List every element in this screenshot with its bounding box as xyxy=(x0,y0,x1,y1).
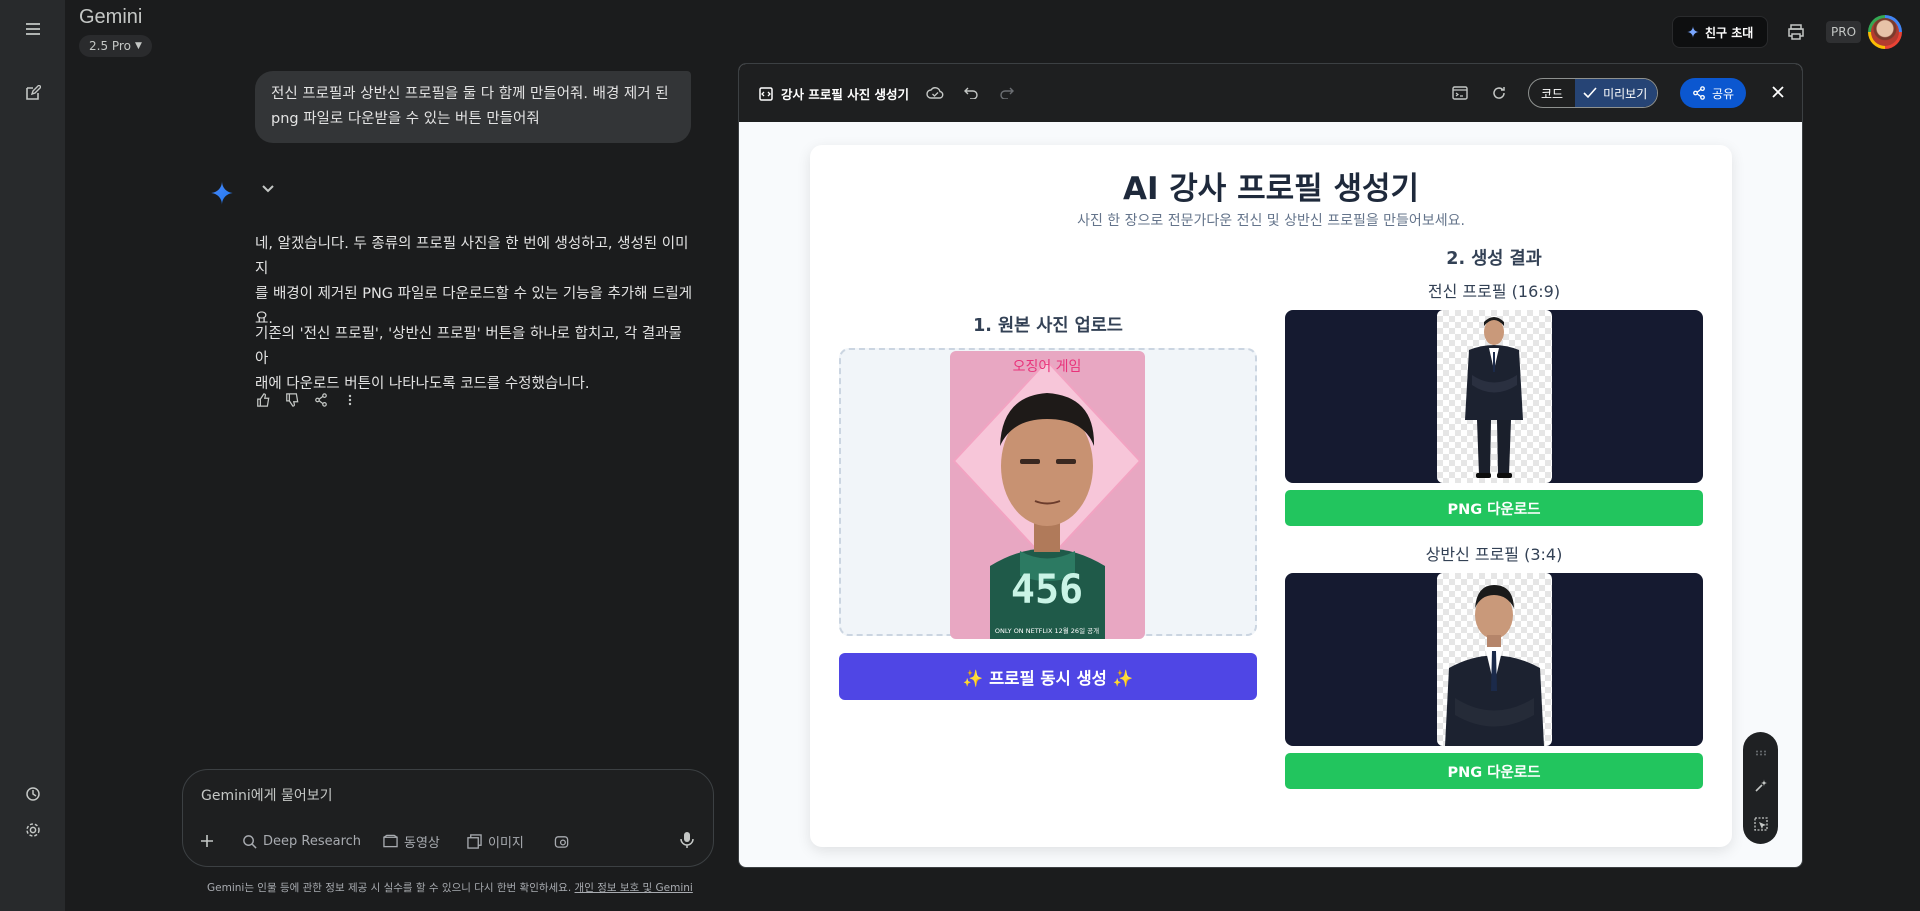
generate-profiles-button[interactable]: ✨ 프로필 동시 생성 ✨ xyxy=(839,653,1257,700)
deep-research-icon xyxy=(243,834,257,849)
deep-research-label: Deep Research xyxy=(263,833,362,849)
thumbs-down-icon[interactable] xyxy=(283,391,301,409)
disclaimer-text: Gemini는 인물 등에 관한 정보 제공 시 실수를 할 수 있으니 다시 … xyxy=(207,882,575,894)
tab-preview[interactable]: 미리보기 xyxy=(1575,79,1658,107)
response-line: 네, 알겠습니다. 두 종류의 프로필 사진을 한 번에 생성하고, 생성된 이… xyxy=(255,236,689,277)
code-preview-toggle: 코드 미리보기 xyxy=(1528,78,1659,108)
image-icon xyxy=(467,833,482,849)
sparkle-small-icon xyxy=(1687,26,1699,38)
image-button[interactable]: 이미지 xyxy=(467,830,524,852)
response-paragraph: 네, 알겠습니다. 두 종류의 프로필 사진을 한 번에 생성하고, 생성된 이… xyxy=(255,232,695,332)
poster-title-text: 오징어 게임 xyxy=(1013,359,1082,375)
share-button[interactable]: 공유 xyxy=(1680,78,1747,108)
canvas-panel: 강사 프로필 사진 생성기 코드 미리보기 공유 AI 강사 프로필 생성기 사… xyxy=(738,63,1803,868)
half-body-image xyxy=(1437,573,1552,746)
more-vert-icon[interactable] xyxy=(341,391,359,409)
deep-research-button[interactable]: Deep Research xyxy=(242,830,361,852)
full-body-image xyxy=(1437,310,1552,483)
poster-footer-text: ONLY ON NETFLIX 12월 26일 공개 xyxy=(995,626,1099,635)
invite-friend-button[interactable]: 친구 초대 xyxy=(1672,16,1769,48)
response-line: 기존의 '전신 프로필', '상반신 프로필' 버튼을 하나로 합치고, 각 결… xyxy=(255,326,682,367)
poster-number-text: 456 xyxy=(1011,567,1083,613)
video-label: 동영상 xyxy=(404,835,440,851)
app-preview-card: AI 강사 프로필 생성기 사진 한 장으로 전문가다운 전신 및 상반신 프로… xyxy=(810,145,1732,847)
share-icon xyxy=(1693,86,1705,100)
video-button[interactable]: 동영상 xyxy=(383,830,440,852)
image-label: 이미지 xyxy=(488,835,524,851)
ai-edit-icon[interactable] xyxy=(1754,778,1768,797)
full-body-result xyxy=(1285,310,1703,483)
select-element-icon[interactable] xyxy=(1753,816,1768,835)
half-body-label: 상반신 프로필 (3:4) xyxy=(1425,545,1563,564)
full-body-label: 전신 프로필 (16:9) xyxy=(1427,282,1561,301)
avatar[interactable] xyxy=(1868,15,1902,49)
canvas-title-text: 강사 프로필 사진 생성기 xyxy=(781,87,910,102)
user-message-line: 전신 프로필과 상반신 프로필을 둘 다 함께 만들어줘. 배경 제거 된 xyxy=(271,86,669,102)
video-icon xyxy=(383,834,398,848)
refresh-icon[interactable] xyxy=(1489,83,1509,103)
settings-gear-icon[interactable] xyxy=(18,815,48,845)
model-selector[interactable]: 2.5 Pro ▼ xyxy=(79,35,152,57)
close-icon[interactable] xyxy=(1767,81,1789,103)
privacy-link[interactable]: 개인 정보 보호 및 Gemini xyxy=(575,882,693,894)
prompt-box xyxy=(182,769,714,867)
half-body-result xyxy=(1285,573,1703,746)
chevron-down-icon[interactable] xyxy=(262,181,274,197)
invite-label: 친구 초대 xyxy=(1705,25,1754,40)
tab-preview-label: 미리보기 xyxy=(1603,86,1648,101)
new-chat-icon[interactable] xyxy=(18,78,48,108)
user-message-line: png 파일로 다운받을 수 있는 버튼 만들어줘 xyxy=(271,111,540,127)
thumbs-up-icon[interactable] xyxy=(254,391,272,409)
canvas-title: 강사 프로필 사진 생성기 xyxy=(759,84,909,103)
user-message: 전신 프로필과 상반신 프로필을 둘 다 함께 만들어줘. 배경 제거 된 pn… xyxy=(255,71,691,143)
printer-icon[interactable] xyxy=(1782,18,1810,46)
microphone-icon[interactable] xyxy=(680,831,694,853)
model-label: 2.5 Pro xyxy=(89,39,131,53)
add-icon[interactable] xyxy=(200,830,214,852)
history-icon[interactable] xyxy=(18,779,48,809)
check-icon xyxy=(1583,87,1597,99)
results-section-title: 2. 생성 결과 xyxy=(1446,249,1542,269)
undo-icon[interactable] xyxy=(961,83,981,103)
uploaded-photo[interactable]: 오징어 게임 456 ONLY ON NETFLIX 12월 26일 공개 xyxy=(950,351,1145,639)
share-icon[interactable] xyxy=(312,391,330,409)
half-body-download-button[interactable]: PNG 다운로드 xyxy=(1285,753,1703,789)
response-paragraph: 기존의 '전신 프로필', '상반신 프로필' 버튼을 하나로 합치고, 각 결… xyxy=(255,322,695,397)
full-body-download-button[interactable]: PNG 다운로드 xyxy=(1285,490,1703,526)
floating-toolbar xyxy=(1743,732,1778,844)
share-label: 공유 xyxy=(1712,86,1735,101)
disclaimer: Gemini는 인물 등에 관한 정보 제공 시 실수를 할 수 있으니 다시 … xyxy=(207,880,693,895)
redo-icon[interactable] xyxy=(997,83,1017,103)
upload-section-title: 1. 원본 사진 업로드 xyxy=(973,316,1123,336)
cloud-save-icon[interactable] xyxy=(925,83,945,103)
code-window-icon xyxy=(759,86,773,101)
pro-badge: PRO xyxy=(1826,21,1862,43)
response-actions xyxy=(254,391,359,409)
console-icon[interactable] xyxy=(1450,83,1470,103)
gemini-sparkle-icon xyxy=(210,181,234,205)
prompt-input[interactable]: Gemini에게 물어보기 xyxy=(201,785,332,805)
tab-code[interactable]: 코드 xyxy=(1529,79,1575,107)
caret-down-icon: ▼ xyxy=(134,41,142,51)
canvas-tool-icon[interactable] xyxy=(554,830,570,852)
app-title[interactable]: Gemini xyxy=(79,6,142,29)
drag-handle-icon[interactable] xyxy=(1755,741,1767,760)
menu-icon[interactable] xyxy=(18,14,48,44)
response-line: 를 배경이 제거된 PNG 파일로 다운로드할 수 있는 기능을 추가해 드릴게 xyxy=(255,286,693,302)
canvas-toolbar: 강사 프로필 사진 생성기 코드 미리보기 공유 xyxy=(739,64,1802,122)
left-rail xyxy=(0,0,65,911)
app-heading: AI 강사 프로필 생성기 xyxy=(1122,171,1420,207)
app-subtitle: 사진 한 장으로 전문가다운 전신 및 상반신 프로필을 만들어보세요. xyxy=(1077,213,1465,229)
